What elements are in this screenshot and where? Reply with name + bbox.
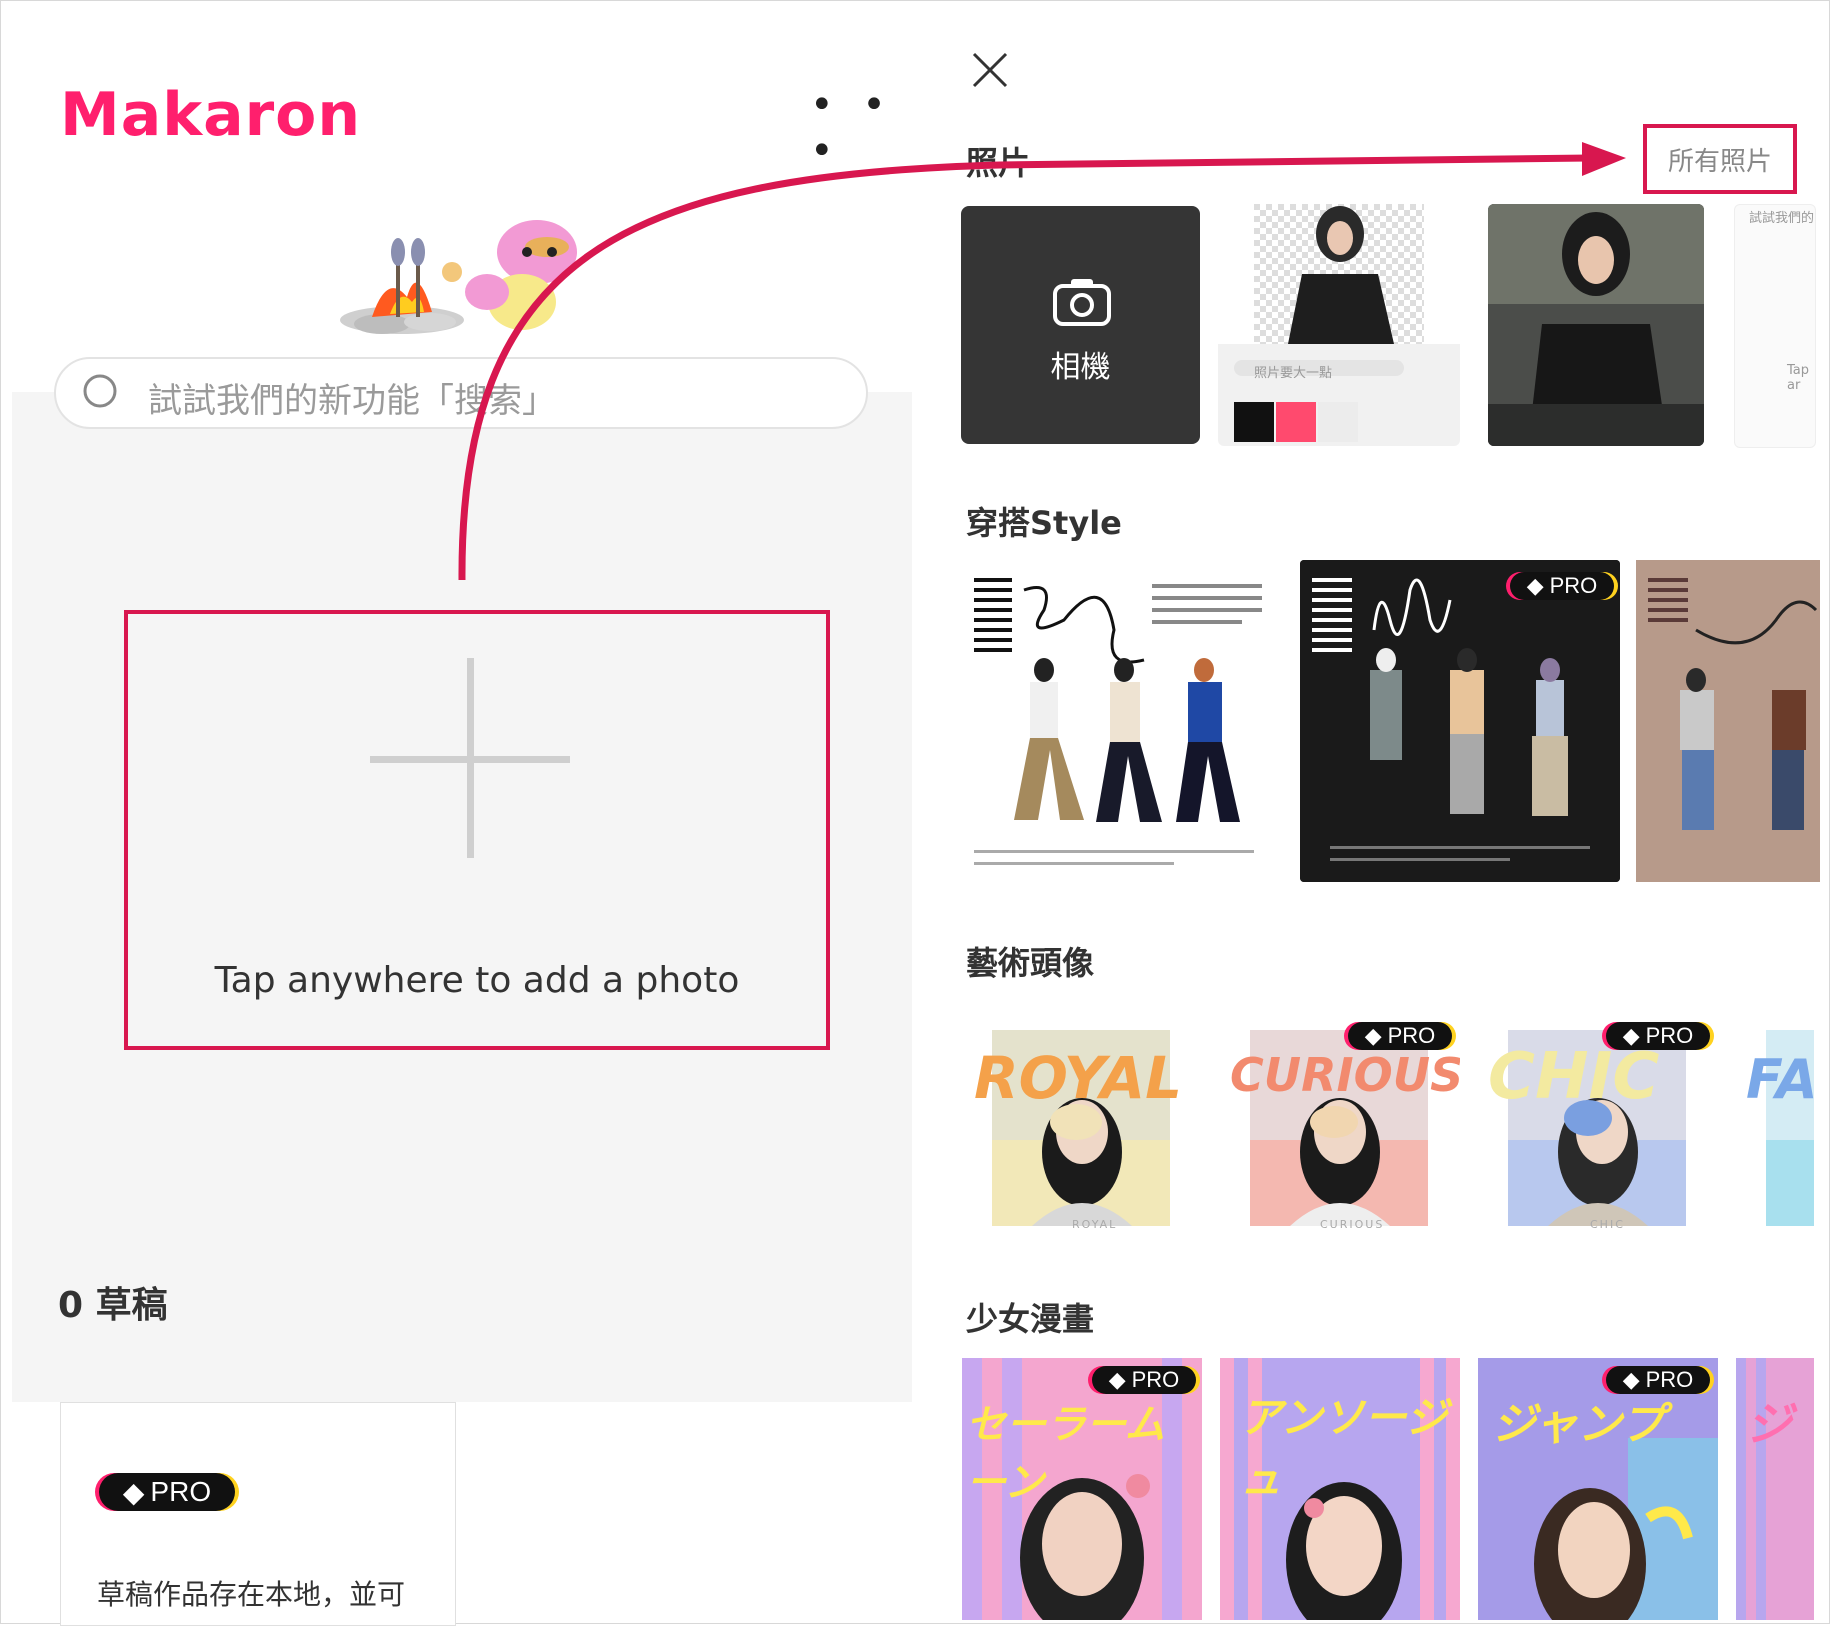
camera-icon <box>1053 279 1111 326</box>
pro-badge: ◆ PRO <box>1606 1022 1710 1050</box>
pro-badge: ◆ PRO <box>1348 1022 1452 1050</box>
thumbnail-peek-tap: Tap ar <box>1787 363 1810 393</box>
app-logo: Makaron <box>60 80 362 150</box>
pro-badge: ◆ PRO <box>99 1473 235 1511</box>
outfit-template-image <box>1648 578 1818 830</box>
outfit-template-card[interactable]: ◆ PRO <box>1300 560 1620 882</box>
diamond-icon: ◆ <box>1622 1023 1640 1048</box>
photo-thumbnail[interactable]: 試試我們的 Tap ar <box>1734 204 1816 448</box>
art-avatar-card[interactable]: ROYAL ROYAL <box>962 1020 1202 1240</box>
draft-info-card[interactable]: ◆ PRO 草稿作品存在本地，並可 <box>60 1402 456 1626</box>
pro-badge: ◆ PRO <box>1606 1366 1710 1394</box>
draft-note: 草稿作品存在本地，並可 <box>97 1578 406 1611</box>
search-bar[interactable]: 試試我們的新功能「搜索」 <box>54 357 868 429</box>
manga-template-card[interactable]: セーラームーン ◆ PRO <box>962 1358 1202 1620</box>
avatar-caption: ROYAL <box>1072 1218 1118 1231</box>
search-placeholder: 試試我們的新功能「搜索」 <box>148 381 556 421</box>
outfit-template-image <box>1300 560 1620 882</box>
photos-section-title: 照片 <box>966 144 1031 182</box>
diamond-icon: ◆ <box>122 1476 145 1508</box>
diamond-icon: ◆ <box>1108 1367 1126 1392</box>
avatar-headline: FA <box>1746 1048 1814 1111</box>
avatar-caption: CHIC <box>1590 1218 1625 1231</box>
diamond-icon: ◆ <box>1526 573 1544 598</box>
manga-template-card[interactable]: ジャンプ ◆ PRO <box>1478 1358 1718 1620</box>
mascot-illustration <box>340 220 577 334</box>
pro-badge-label: PRO <box>1549 573 1598 598</box>
camera-label: 相機 <box>1050 350 1111 385</box>
pro-badge-label: PRO <box>1645 1367 1694 1392</box>
editor-home-panel: Makaron • • • 試試我們的新功能「搜索」 Tap anywhere … <box>12 2 912 1626</box>
drafts-title: 0 草稿 <box>58 1285 168 1326</box>
manga-template-card[interactable]: アンソージュ <box>1220 1358 1460 1620</box>
avatar-headline: CHIC <box>1488 1040 1660 1114</box>
all-photos-button[interactable]: 所有照片 <box>1643 124 1797 194</box>
manga-headline: アンソージュ <box>1240 1393 1448 1503</box>
search-icon <box>83 374 117 408</box>
manga-section-title: 少女漫畫 <box>966 1300 1095 1338</box>
outfit-template-card[interactable] <box>1636 560 1820 882</box>
close-icon[interactable] <box>970 50 1010 90</box>
pro-badge-label: PRO <box>1645 1023 1694 1048</box>
pro-badge: ◆ PRO <box>1092 1366 1196 1394</box>
pro-badge-label: PRO <box>1387 1023 1436 1048</box>
avatar-headline: ROYAL <box>974 1044 1183 1112</box>
avatar-caption: CURIOUS <box>1320 1218 1385 1231</box>
manga-template-card[interactable]: ジ <box>1736 1358 1814 1620</box>
manga-headline: セーラームーン <box>966 1402 1165 1506</box>
photo-thumbnail-image <box>1488 204 1704 446</box>
photo-thumbnail-image <box>1218 204 1460 446</box>
outfit-template-card[interactable] <box>964 560 1272 882</box>
outfit-template-image <box>974 578 1262 865</box>
photo-thumbnail[interactable]: 照片要大一點 <box>1218 204 1460 446</box>
art-avatar-card[interactable]: CHIC ◆ PRO CHIC <box>1478 1020 1718 1240</box>
camera-button[interactable]: 相機 <box>961 206 1200 444</box>
art-avatar-card[interactable]: CURIOUS ◆ PRO CURIOUS <box>1220 1020 1460 1240</box>
thumbnail-search-text: 照片要大一點 <box>1254 366 1333 381</box>
art-avatar-card[interactable]: FA <box>1736 1020 1814 1240</box>
more-options-icon[interactable]: • • • <box>810 82 912 174</box>
diamond-icon: ◆ <box>1622 1367 1640 1392</box>
art-avatar-section-title: 藝術頭像 <box>966 944 1095 982</box>
pro-badge: ◆ PRO <box>1510 572 1614 600</box>
diamond-icon: ◆ <box>1364 1023 1382 1048</box>
photo-thumbnail[interactable] <box>1488 204 1704 446</box>
manga-headline: ジャンプ <box>1492 1399 1665 1450</box>
thumbnail-peek-text: 試試我們的 <box>1749 211 1815 226</box>
manga-headline: ジ <box>1746 1397 1792 1451</box>
outfit-section-title: 穿搭Style <box>966 504 1122 542</box>
add-photo-hint: Tap anywhere to add a photo <box>214 960 740 1001</box>
avatar-headline: CURIOUS <box>1230 1048 1460 1102</box>
pro-badge-label: PRO <box>150 1476 212 1507</box>
plus-icon-horizontal <box>370 756 570 763</box>
pro-badge-label: PRO <box>1131 1367 1180 1392</box>
